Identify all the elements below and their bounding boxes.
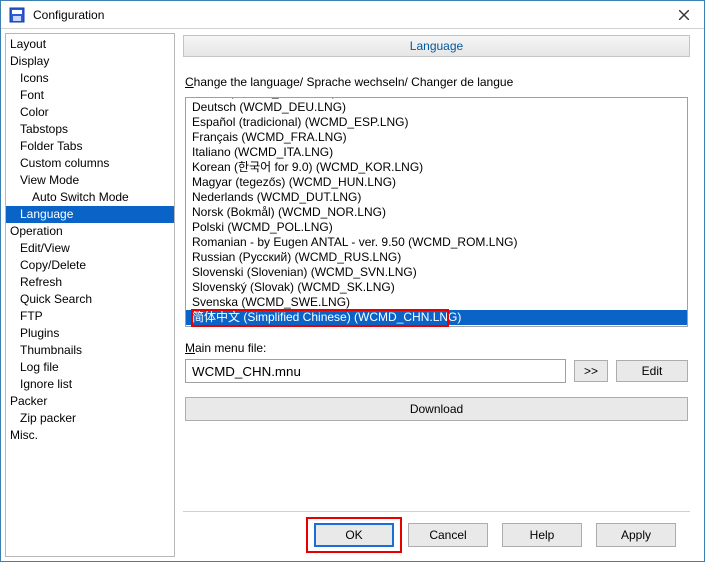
panel-header: Language bbox=[183, 35, 690, 57]
close-button[interactable] bbox=[664, 1, 704, 28]
main-menu-file-input[interactable] bbox=[185, 359, 566, 383]
tree-item-plugins[interactable]: Plugins bbox=[6, 325, 174, 342]
language-item[interactable]: Français (WCMD_FRA.LNG) bbox=[186, 130, 687, 145]
download-button[interactable]: Download bbox=[185, 397, 688, 421]
tree-item-thumbnails[interactable]: Thumbnails bbox=[6, 342, 174, 359]
app-icon bbox=[7, 5, 27, 25]
main-menu-file-label: Main menu file: bbox=[185, 341, 688, 355]
tree-item-packer[interactable]: Packer bbox=[6, 393, 174, 410]
language-item[interactable]: Norsk (Bokmål) (WCMD_NOR.LNG) bbox=[186, 205, 687, 220]
tree-item-folder-tabs[interactable]: Folder Tabs bbox=[6, 138, 174, 155]
tree-item-misc-[interactable]: Misc. bbox=[6, 427, 174, 444]
language-item[interactable]: Magyar (tegezős) (WCMD_HUN.LNG) bbox=[186, 175, 687, 190]
help-button[interactable]: Help bbox=[502, 523, 582, 547]
tree-item-edit-view[interactable]: Edit/View bbox=[6, 240, 174, 257]
language-listbox[interactable]: Dansk (WCMD_DAN.LNG)Deutsch (WCMD_DEU.LN… bbox=[185, 97, 688, 327]
configuration-window: Configuration LayoutDisplayIconsFontColo… bbox=[0, 0, 705, 562]
language-item[interactable]: Deutsch (WCMD_DEU.LNG) bbox=[186, 100, 687, 115]
tree-item-color[interactable]: Color bbox=[6, 104, 174, 121]
cancel-button[interactable]: Cancel bbox=[408, 523, 488, 547]
settings-panel: Language Change the language/ Sprache we… bbox=[179, 29, 704, 561]
language-item[interactable]: Polski (WCMD_POL.LNG) bbox=[186, 220, 687, 235]
category-tree[interactable]: LayoutDisplayIconsFontColorTabstopsFolde… bbox=[5, 33, 175, 557]
language-item[interactable]: Italiano (WCMD_ITA.LNG) bbox=[186, 145, 687, 160]
window-title: Configuration bbox=[33, 8, 664, 22]
tree-item-quick-search[interactable]: Quick Search bbox=[6, 291, 174, 308]
apply-button[interactable]: Apply bbox=[596, 523, 676, 547]
tree-item-tabstops[interactable]: Tabstops bbox=[6, 121, 174, 138]
tree-item-ignore-list[interactable]: Ignore list bbox=[6, 376, 174, 393]
edit-button[interactable]: Edit bbox=[616, 360, 688, 382]
language-item[interactable]: Nederlands (WCMD_DUT.LNG) bbox=[186, 190, 687, 205]
tree-item-icons[interactable]: Icons bbox=[6, 70, 174, 87]
tree-item-custom-columns[interactable]: Custom columns bbox=[6, 155, 174, 172]
tree-item-log-file[interactable]: Log file bbox=[6, 359, 174, 376]
tree-item-layout[interactable]: Layout bbox=[6, 36, 174, 53]
titlebar: Configuration bbox=[1, 1, 704, 29]
language-item[interactable]: Romanian - by Eugen ANTAL - ver. 9.50 (W… bbox=[186, 235, 687, 250]
tree-item-refresh[interactable]: Refresh bbox=[6, 274, 174, 291]
language-item[interactable]: Slovenský (Slovak) (WCMD_SK.LNG) bbox=[186, 280, 687, 295]
tree-item-view-mode[interactable]: View Mode bbox=[6, 172, 174, 189]
tree-item-ftp[interactable]: FTP bbox=[6, 308, 174, 325]
ok-button[interactable]: OK bbox=[314, 523, 394, 547]
dialog-footer: OK Cancel Help Apply bbox=[183, 511, 690, 557]
change-language-label: Change the language/ Sprache wechseln/ C… bbox=[185, 75, 688, 89]
language-item[interactable]: Russian (Русский) (WCMD_RUS.LNG) bbox=[186, 250, 687, 265]
browse-button[interactable]: >> bbox=[574, 360, 608, 382]
language-item[interactable]: Slovenski (Slovenian) (WCMD_SVN.LNG) bbox=[186, 265, 687, 280]
language-item[interactable]: Español (tradicional) (WCMD_ESP.LNG) bbox=[186, 115, 687, 130]
tree-item-font[interactable]: Font bbox=[6, 87, 174, 104]
language-item[interactable]: 简体中文 (Simplified Chinese) (WCMD_CHN.LNG) bbox=[186, 310, 687, 325]
tree-item-display[interactable]: Display bbox=[6, 53, 174, 70]
language-item[interactable]: Svenska (WCMD_SWE.LNG) bbox=[186, 295, 687, 310]
close-icon bbox=[679, 10, 689, 20]
tree-item-language[interactable]: Language bbox=[6, 206, 174, 223]
tree-item-zip-packer[interactable]: Zip packer bbox=[6, 410, 174, 427]
tree-item-copy-delete[interactable]: Copy/Delete bbox=[6, 257, 174, 274]
tree-item-operation[interactable]: Operation bbox=[6, 223, 174, 240]
language-item[interactable]: Korean (한국어 for 9.0) (WCMD_KOR.LNG) bbox=[186, 160, 687, 175]
tree-item-auto-switch-mode[interactable]: Auto Switch Mode bbox=[6, 189, 174, 206]
